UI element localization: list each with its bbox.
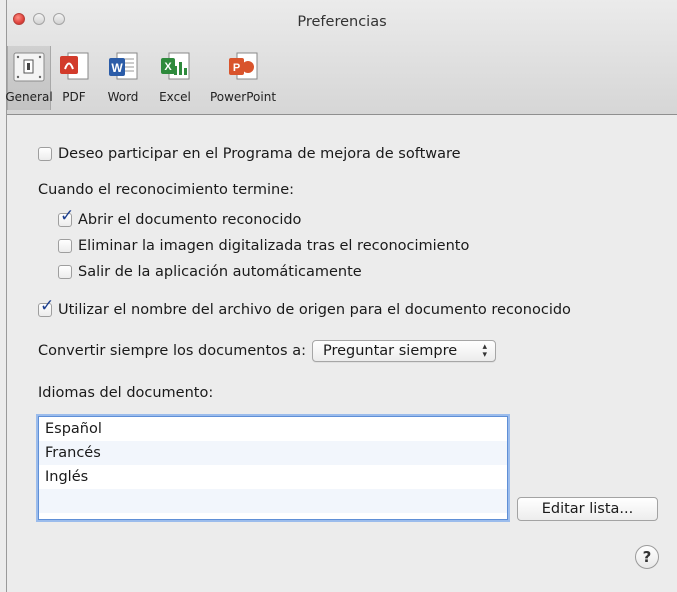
convert-label: Convertir siempre los documentos a: [38, 343, 306, 359]
pdf-icon [60, 52, 89, 80]
tab-pdf-label: PDF [62, 90, 86, 104]
list-item[interactable]: Español [39, 417, 507, 441]
word-icon: W [109, 52, 138, 80]
tab-pdf[interactable]: PDF [51, 46, 97, 110]
general-icon [13, 52, 45, 82]
tab-word-label: Word [107, 90, 139, 104]
quit-app-option[interactable]: Salir de la aplicación automáticamente [58, 264, 362, 280]
convert-row: Convertir siempre los documentos a: Preg… [38, 340, 496, 362]
help-button[interactable]: ? [635, 545, 659, 569]
tab-powerpoint[interactable]: P PowerPoint [201, 46, 285, 110]
quit-app-label: Salir de la aplicación automáticamente [78, 264, 362, 280]
languages-list[interactable]: Español Francés Inglés [38, 416, 508, 520]
excel-icon: X [161, 52, 190, 80]
svg-text:W: W [111, 61, 123, 75]
tab-general[interactable]: General [5, 46, 53, 110]
general-pane: Deseo participar en el Programa de mejor… [7, 115, 677, 592]
powerpoint-icon: P [229, 52, 258, 80]
list-item[interactable]: Francés [39, 441, 507, 465]
improvement-program-checkbox[interactable] [38, 147, 52, 161]
tab-powerpoint-label: PowerPoint [209, 90, 277, 104]
use-source-name-option[interactable]: ✓ Utilizar el nombre del archivo de orig… [38, 298, 571, 318]
tab-general-label: General [5, 90, 53, 104]
improvement-program-option[interactable]: Deseo participar en el Programa de mejor… [38, 146, 461, 162]
preference-tabs: General PDF W Word X Excel P PowerPoint [5, 46, 285, 110]
stepper-arrows-icon: ▴ ▾ [482, 342, 487, 360]
window-title: Preferencias [297, 14, 387, 30]
checkmark-icon: ✓ [60, 206, 75, 226]
open-document-label: Abrir el documento reconocido [78, 212, 302, 228]
languages-heading: Idiomas del documento: [38, 385, 214, 401]
delete-image-option[interactable]: Eliminar la imagen digitalizada tras el … [58, 238, 469, 254]
use-source-name-label: Utilizar el nombre del archivo de origen… [58, 302, 571, 318]
checkmark-icon: ✓ [40, 296, 55, 316]
quit-app-checkbox[interactable] [58, 265, 72, 279]
svg-text:P: P [233, 62, 240, 74]
toolbar: Preferencias General PDF W Word X Excel … [5, 0, 677, 115]
delete-image-checkbox[interactable] [58, 239, 72, 253]
tab-excel-label: Excel [159, 90, 191, 104]
delete-image-label: Eliminar la imagen digitalizada tras el … [78, 238, 470, 254]
use-source-name-checkbox[interactable]: ✓ [38, 298, 54, 317]
tab-word[interactable]: W Word [97, 46, 149, 110]
preferences-window: Preferencias General PDF W Word X Excel … [5, 0, 677, 592]
tab-excel[interactable]: X Excel [149, 46, 201, 110]
list-item[interactable]: Inglés [39, 465, 507, 489]
open-document-checkbox[interactable]: ✓ [58, 208, 74, 227]
open-document-option[interactable]: ✓ Abrir el documento reconocido [58, 208, 302, 228]
list-item-empty [39, 489, 507, 513]
improvement-program-label: Deseo participar en el Programa de mejor… [58, 146, 461, 162]
edit-list-button[interactable]: Editar lista... [517, 497, 658, 521]
convert-format-select[interactable]: Preguntar siempre ▴ ▾ [311, 340, 496, 362]
convert-format-value: Preguntar siempre [322, 343, 458, 359]
svg-text:X: X [164, 61, 172, 73]
on-finish-heading: Cuando el reconocimiento termine: [38, 182, 294, 198]
